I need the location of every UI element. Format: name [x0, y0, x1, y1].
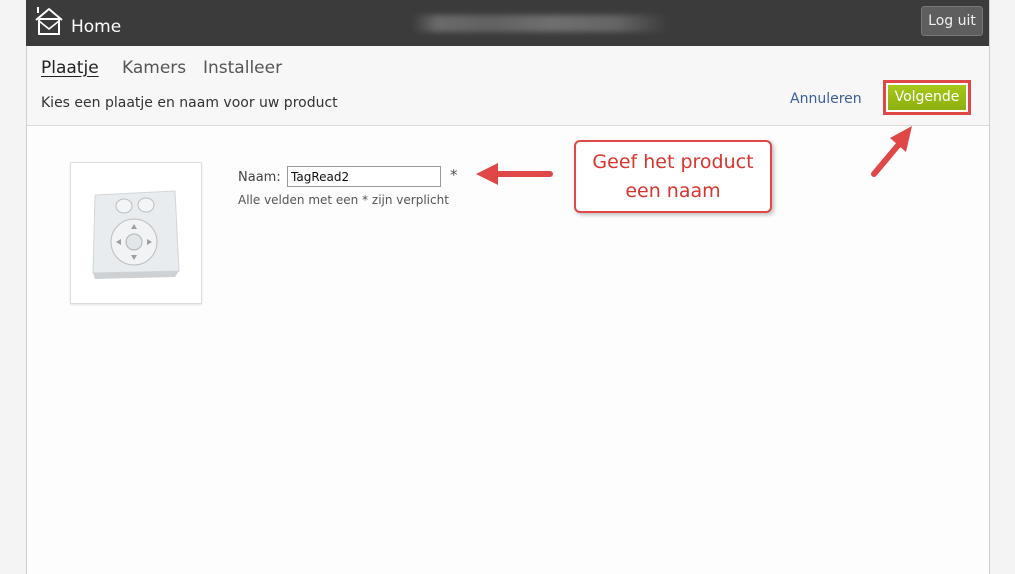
wall-switch-illustration — [71, 163, 201, 303]
blurred-title — [412, 15, 669, 32]
next-button-highlight: Volgende — [883, 80, 971, 115]
tab-kamers[interactable]: Kamers — [122, 58, 186, 78]
annotation-callout: Geef het product een naam — [574, 140, 772, 213]
main-content: Naam: * Alle velden met een * zijn verpl… — [27, 126, 989, 574]
name-input[interactable] — [287, 166, 441, 187]
wizard-header: Plaatje Kamers Installeer Kies een plaat… — [27, 46, 989, 126]
name-label: Naam: — [238, 170, 281, 185]
callout-line-2: een naam — [625, 180, 721, 202]
required-note: Alle velden met een * zijn verplicht — [238, 193, 449, 207]
tab-plaatje[interactable]: Plaatje — [41, 58, 99, 78]
required-marker: * — [450, 166, 458, 184]
instruction-text: Kies een plaatje en naam voor uw product — [41, 95, 338, 111]
cancel-link[interactable]: Annuleren — [790, 91, 862, 107]
tab-installeer[interactable]: Installeer — [203, 58, 282, 78]
right-margin — [989, 0, 1015, 574]
top-bar: Home Log uit — [26, 0, 989, 46]
next-button[interactable]: Volgende — [888, 85, 966, 110]
arrow-left-annotation — [476, 163, 553, 185]
home-label[interactable]: Home — [71, 17, 121, 37]
callout-line-1: Geef het product — [592, 151, 754, 173]
arrow-up-right-annotation — [871, 126, 912, 177]
home-icon[interactable] — [32, 5, 66, 37]
left-margin — [0, 0, 27, 574]
logout-button[interactable]: Log uit — [921, 6, 983, 36]
product-image[interactable] — [70, 162, 202, 304]
